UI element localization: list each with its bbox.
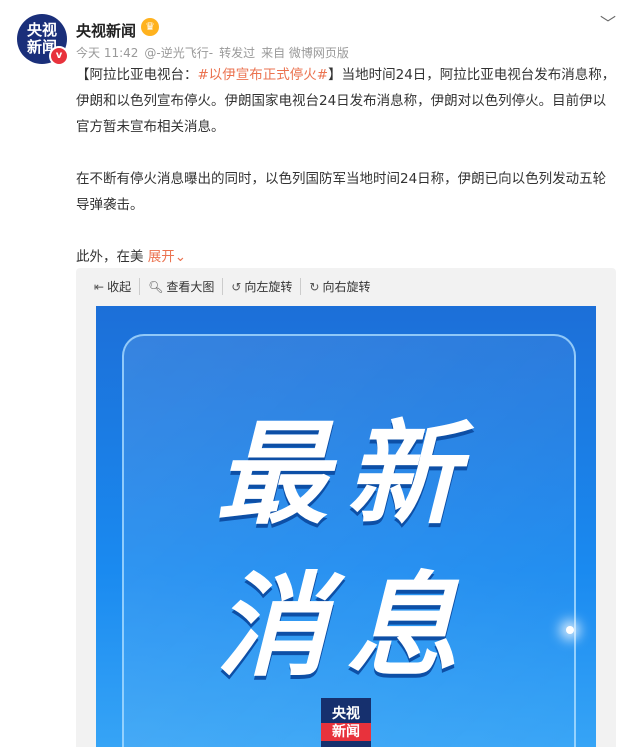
poster-line1: 最新 [216, 410, 476, 540]
image-toolbar: ⇤ 收起 🔍︎ 查看大图 ↺ 向左旋转 ↻ 向右旋转 [94, 278, 378, 295]
chevron-down-icon: ⌄ [174, 249, 187, 265]
news-poster-image[interactable]: 最新 消息 央视 新闻 [96, 306, 596, 747]
crown-icon: ♛ [141, 18, 159, 36]
collapse-icon: ⇤ [94, 279, 105, 294]
poster-logo: 央视 新闻 [321, 698, 371, 747]
image-card: ⇤ 收起 🔍︎ 查看大图 ↺ 向左旋转 ↻ 向右旋转 最新 消息 央视 新闻 [76, 268, 616, 747]
post-time[interactable]: 今天 11:42 [76, 46, 138, 60]
post-source: 来自 微博网页版 [261, 46, 349, 60]
rotate-right-button[interactable]: ↻ 向右旋转 [300, 278, 378, 295]
rotate-right-icon: ↻ [309, 279, 320, 294]
verified-icon: v [49, 46, 69, 66]
view-large-button[interactable]: 🔍︎ 查看大图 [139, 278, 222, 295]
post-meta: 今天 11:42 @-逆光飞行- 转发过 来自 微博网页版 [76, 44, 355, 61]
topic-link[interactable]: #以伊宣布正式停火# [198, 67, 329, 83]
paragraph-3: 此外，在美 展开⌄ [76, 249, 187, 265]
repost-via[interactable]: @-逆光飞行- [144, 46, 213, 60]
avatar[interactable]: 央视 新闻 v [17, 14, 69, 66]
post-content: 【阿拉比亚电视台：#以伊宣布正式停火#】当地时间24日，阿拉比亚电视台发布消息称… [76, 62, 616, 270]
avatar-line1: 央视 [26, 21, 57, 39]
poster-line2: 消息 [216, 562, 476, 692]
collapse-button[interactable]: ⇤ 收起 [94, 278, 139, 295]
rotate-left-icon: ↺ [231, 279, 242, 294]
paragraph-2: 在不断有停火消息曝出的同时，以色列国防军当地时间24日称，伊朗已向以色列发动五轮… [76, 171, 607, 213]
chevron-down-icon[interactable]: ﹀ [600, 10, 616, 34]
rotate-left-button[interactable]: ↺ 向左旋转 [222, 278, 300, 295]
paragraph-1: 【阿拉比亚电视台：#以伊宣布正式停火#】当地时间24日，阿拉比亚电视台发布消息称… [76, 67, 616, 135]
username[interactable]: 央视新闻 [76, 20, 136, 41]
repost-action: 转发过 [219, 46, 256, 60]
expand-button[interactable]: 展开⌄ [148, 249, 186, 265]
search-icon: 🔍︎ [148, 279, 164, 294]
